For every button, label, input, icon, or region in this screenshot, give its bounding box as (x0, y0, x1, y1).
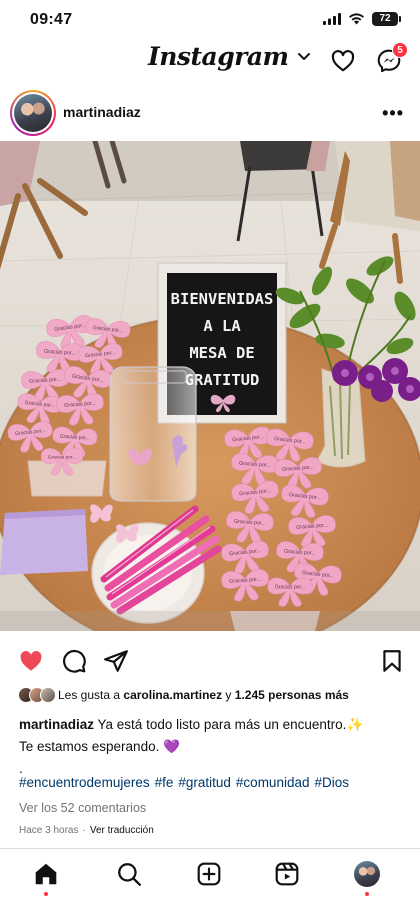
wifi-icon (349, 13, 364, 25)
app-header: Instagram 5 (0, 40, 420, 84)
instagram-logo[interactable]: Instagram (148, 42, 311, 71)
hashtags: #encuentrodemujeres #fe #gratitud #comunida… (19, 775, 354, 790)
bottom-nav (0, 848, 420, 907)
story-avatar[interactable] (10, 90, 56, 136)
nav-activity-dot (44, 892, 48, 896)
post-meta: Hace 3 horas · Ver traducción (19, 825, 154, 836)
hashtag-link[interactable]: #Dios (314, 775, 349, 790)
caption-line-2: Te estamos esperando. (19, 739, 160, 754)
nav-reels[interactable] (273, 860, 301, 888)
post-photo[interactable]: BIENVENIDAS A LA MESA DE GRATITUD Gracia… (0, 141, 420, 631)
hashtag-link[interactable]: #comunidad (236, 775, 310, 790)
home-icon (35, 863, 57, 885)
avatar (40, 687, 56, 703)
photo-scene: BIENVENIDAS A LA MESA DE GRATITUD Gracia… (0, 141, 420, 631)
logo-text: Instagram (148, 42, 289, 71)
hashtag-link[interactable]: #gratitud (178, 775, 231, 790)
search-icon (118, 863, 141, 886)
sparkles-emoji: ✨ (346, 717, 364, 732)
caption-line-1: Ya está todo listo para más un encuentro… (94, 717, 347, 732)
caption-username[interactable]: martinadiaz (19, 717, 94, 732)
likes-text: Les gusta a carolina.martinez y 1.245 pe… (58, 688, 349, 702)
note-text: Gracias por... (48, 454, 77, 460)
share-icon[interactable] (103, 648, 129, 674)
create-icon (197, 862, 221, 886)
nav-activity-dot (365, 892, 369, 896)
hashtag-link[interactable]: #fe (155, 775, 174, 790)
sign-line-3: MESA DE (189, 344, 254, 362)
bookmark-icon[interactable] (379, 648, 405, 674)
heart-outline-icon[interactable] (330, 48, 356, 74)
status-time: 09:47 (30, 11, 73, 28)
note-text: Gracias por... (275, 585, 305, 591)
post-username[interactable]: martinadiaz (63, 104, 141, 120)
purple-heart-emoji: 💜 (163, 739, 180, 754)
post-caption: martinadiaz Ya está todo listo para más … (19, 714, 404, 780)
messages-badge: 5 (392, 42, 408, 58)
nav-home[interactable] (32, 860, 60, 896)
heart-filled-icon[interactable] (18, 648, 44, 674)
nav-create[interactable] (195, 860, 223, 888)
liker-avatars (18, 687, 56, 703)
messenger-button[interactable]: 5 (376, 42, 408, 74)
chevron-down-icon (297, 52, 310, 60)
liker-username[interactable]: carolina.martinez (123, 688, 222, 702)
more-options-button[interactable]: ••• (382, 103, 404, 124)
see-translation-link[interactable]: Ver traducción (90, 825, 154, 836)
cellular-signal-icon (323, 13, 341, 25)
battery-indicator: 72 (372, 12, 401, 26)
post-actions (0, 640, 420, 680)
avatar (14, 94, 52, 132)
reels-icon (275, 862, 299, 886)
nav-search[interactable] (115, 860, 143, 888)
post-header: martinadiaz ••• (0, 85, 420, 141)
profile-avatar (354, 861, 380, 887)
sign-line-1: BIENVENIDAS (171, 290, 274, 308)
status-icons: 72 (323, 12, 401, 26)
nav-profile[interactable] (353, 860, 381, 896)
likes-count[interactable]: 1.245 personas más (235, 688, 349, 702)
post-time: Hace 3 horas (19, 825, 79, 836)
status-bar: 09:47 72 (0, 0, 420, 40)
sign-line-2: A LA (203, 317, 241, 335)
likes-summary[interactable]: Les gusta a carolina.martinez y 1.245 pe… (18, 685, 349, 705)
hashtag-link[interactable]: #encuentrodemujeres (19, 775, 150, 790)
view-comments-link[interactable]: Ver los 52 comentarios (19, 801, 146, 815)
comment-icon[interactable] (61, 648, 87, 674)
